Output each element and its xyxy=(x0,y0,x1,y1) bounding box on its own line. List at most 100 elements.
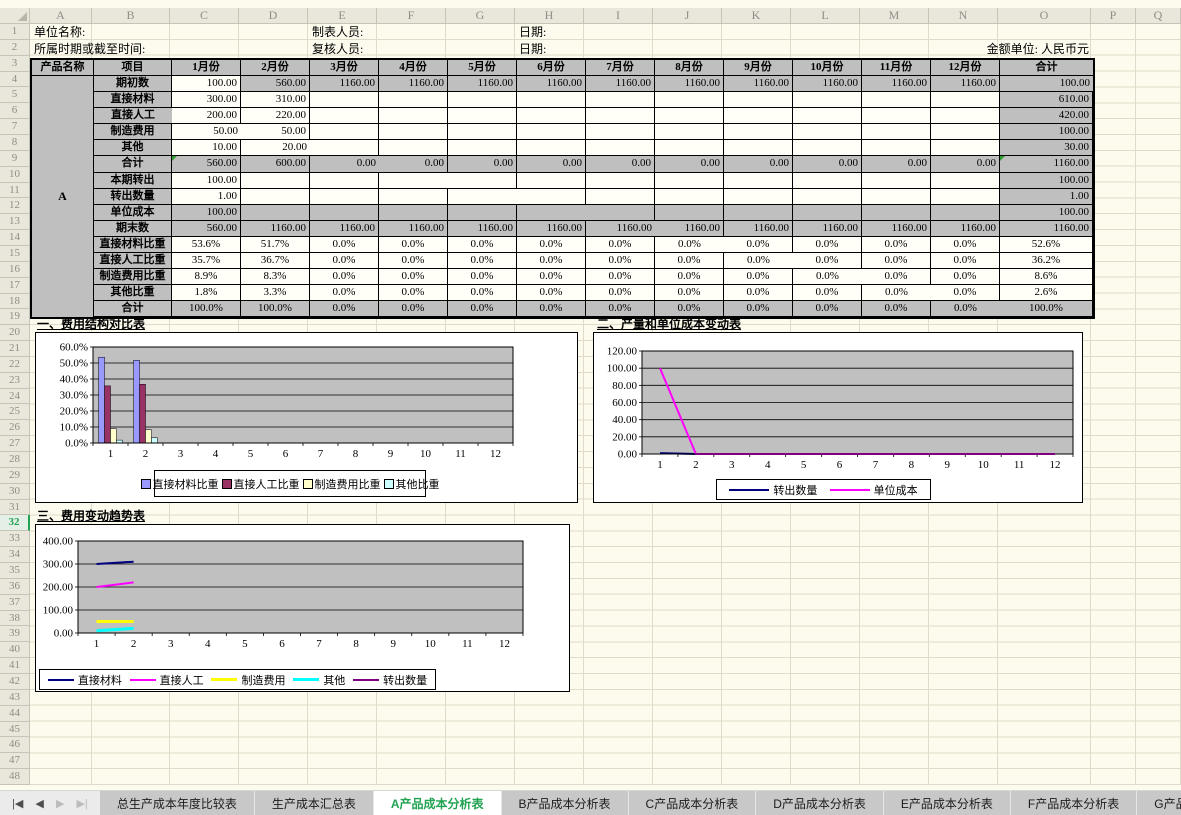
table-cell[interactable]: 0.0% xyxy=(862,237,931,253)
table-cell[interactable]: 0.0% xyxy=(931,269,1000,285)
table-cell[interactable]: 0.0% xyxy=(655,237,724,253)
row-header-10[interactable]: 10 xyxy=(0,167,30,183)
cell-currency-note[interactable]: 金额单位: 人民币元 xyxy=(939,41,1089,58)
table-cell-total[interactable]: 420.00 xyxy=(1000,108,1093,124)
header-month-12[interactable]: 12月份 xyxy=(931,60,1000,76)
table-cell[interactable] xyxy=(655,92,724,108)
table-cell[interactable]: 0.0% xyxy=(379,301,448,317)
table-cell[interactable]: 0.0% xyxy=(379,285,448,301)
header-month-11[interactable]: 11月份 xyxy=(862,60,931,76)
table-cell[interactable] xyxy=(931,173,1000,189)
row-label[interactable]: 合计 xyxy=(94,156,172,172)
table-cell[interactable] xyxy=(862,124,931,140)
table-cell[interactable] xyxy=(793,189,862,205)
table-cell[interactable]: 1160.00 xyxy=(379,221,448,237)
table-cell[interactable]: 560.00 xyxy=(172,221,241,237)
table-cell[interactable]: 1160.00 xyxy=(724,221,793,237)
table-cell[interactable] xyxy=(448,140,517,156)
table-cell[interactable]: 0.0% xyxy=(655,269,724,285)
table-cell[interactable] xyxy=(931,140,1000,156)
table-cell-total[interactable]: 100.0% xyxy=(1000,301,1093,317)
table-cell[interactable] xyxy=(448,108,517,124)
sheet-tab-生产成本汇总表[interactable]: 生产成本汇总表 xyxy=(255,791,374,815)
table-cell[interactable] xyxy=(448,173,517,189)
row-header-44[interactable]: 44 xyxy=(0,706,30,722)
row-header-37[interactable]: 37 xyxy=(0,595,30,611)
row-header-13[interactable]: 13 xyxy=(0,214,30,230)
table-cell[interactable]: 1160.00 xyxy=(655,221,724,237)
table-cell[interactable]: 0.0% xyxy=(862,301,931,317)
table-cell[interactable]: 100.0% xyxy=(172,301,241,317)
table-cell[interactable] xyxy=(310,205,379,221)
table-cell[interactable]: 0.0% xyxy=(448,269,517,285)
table-cell[interactable]: 1160.00 xyxy=(793,221,862,237)
table-cell[interactable] xyxy=(724,140,793,156)
row-header-28[interactable]: 28 xyxy=(0,452,30,468)
row-header-8[interactable]: 8 xyxy=(0,135,30,151)
table-cell[interactable]: 0.0% xyxy=(931,301,1000,317)
table-cell[interactable]: 0.0% xyxy=(724,253,793,269)
sheet-tab-G产品[interactable]: G产品 xyxy=(1137,791,1181,815)
row-header-5[interactable]: 5 xyxy=(0,87,30,103)
table-cell[interactable] xyxy=(586,92,655,108)
table-cell[interactable] xyxy=(241,189,310,205)
table-cell[interactable] xyxy=(517,205,586,221)
table-cell[interactable]: 0.0% xyxy=(586,253,655,269)
row-header-27[interactable]: 27 xyxy=(0,436,30,452)
table-cell[interactable]: 0.0% xyxy=(586,237,655,253)
table-cell[interactable]: 1160.00 xyxy=(931,76,1000,92)
table-cell[interactable]: 100.00 xyxy=(172,205,241,221)
table-cell[interactable]: 0.0% xyxy=(655,301,724,317)
table-cell[interactable]: 8.3% xyxy=(241,269,310,285)
cell-reviewer-label[interactable]: 复核人员: xyxy=(312,41,363,58)
row-header-3[interactable]: 3 xyxy=(0,56,30,72)
row-header-17[interactable]: 17 xyxy=(0,278,30,294)
row-header-48[interactable]: 48 xyxy=(0,769,30,785)
table-cell[interactable] xyxy=(448,92,517,108)
row-header-36[interactable]: 36 xyxy=(0,579,30,595)
table-cell[interactable]: 0.0% xyxy=(724,237,793,253)
table-cell[interactable]: 0.0% xyxy=(793,269,862,285)
chart3-title[interactable]: 三、费用变动趋势表 xyxy=(37,509,145,523)
table-cell[interactable] xyxy=(655,205,724,221)
sheet-tab-C产品成本分析表[interactable]: C产品成本分析表 xyxy=(629,791,757,815)
table-cell[interactable]: 50.00 xyxy=(241,124,310,140)
row-header-45[interactable]: 45 xyxy=(0,722,30,738)
table-cell[interactable] xyxy=(931,108,1000,124)
row-header-12[interactable]: 12 xyxy=(0,198,30,214)
header-month-6[interactable]: 6月份 xyxy=(517,60,586,76)
chart-2[interactable]: 0.0020.0040.0060.0080.00100.00120.001234… xyxy=(593,332,1083,503)
table-cell[interactable] xyxy=(931,92,1000,108)
table-cell[interactable]: 0.0% xyxy=(448,237,517,253)
table-cell[interactable]: 10.00 xyxy=(172,140,241,156)
table-cell[interactable]: 0.0% xyxy=(517,253,586,269)
table-cell[interactable]: 0.0% xyxy=(724,285,793,301)
table-cell[interactable]: 1160.00 xyxy=(862,76,931,92)
table-cell[interactable]: 0.0% xyxy=(793,237,862,253)
table-cell[interactable]: 1160.00 xyxy=(310,76,379,92)
table-cell[interactable] xyxy=(793,140,862,156)
table-cell[interactable] xyxy=(310,92,379,108)
row-label[interactable]: 单位成本 xyxy=(94,205,172,221)
row-header-46[interactable]: 46 xyxy=(0,737,30,753)
column-header-Q[interactable]: Q xyxy=(1136,8,1181,24)
table-cell[interactable] xyxy=(379,108,448,124)
row-header-38[interactable]: 38 xyxy=(0,611,30,627)
cell-period-label[interactable]: 所属时期或截至时间: xyxy=(34,41,145,58)
table-cell[interactable]: 100.00 xyxy=(172,76,241,92)
cell-preparer-label[interactable]: 制表人员: xyxy=(312,24,363,41)
header-product-name[interactable]: 产品名称 xyxy=(32,60,94,76)
table-cell-total[interactable]: 100.00 xyxy=(1000,76,1093,92)
row-header-26[interactable]: 26 xyxy=(0,420,30,436)
row-header-14[interactable]: 14 xyxy=(0,230,30,246)
table-cell[interactable]: 0.00 xyxy=(862,156,931,172)
row-header-24[interactable]: 24 xyxy=(0,389,30,405)
table-cell[interactable]: 1160.00 xyxy=(448,76,517,92)
row-label[interactable]: 其他比重 xyxy=(94,285,172,301)
table-cell[interactable] xyxy=(517,124,586,140)
table-cell[interactable] xyxy=(586,173,655,189)
header-month-9[interactable]: 9月份 xyxy=(724,60,793,76)
row-label[interactable]: 期末数 xyxy=(94,221,172,237)
table-cell[interactable]: 51.7% xyxy=(241,237,310,253)
chart-1[interactable]: 0.0%10.0%20.0%30.0%40.0%50.0%60.0%123456… xyxy=(35,332,578,503)
